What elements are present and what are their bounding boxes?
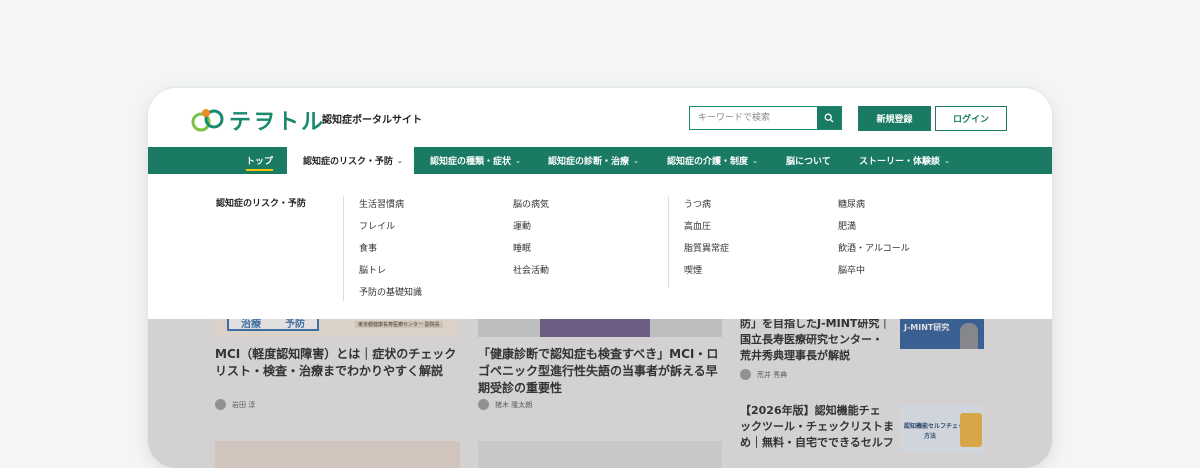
site-tagline: 認知症ポータルサイト xyxy=(322,115,422,126)
nav-item-diagnosis-treatment[interactable]: 認知症の診断・治療 ⌄ xyxy=(548,147,639,174)
nav-item-label: トップ xyxy=(246,157,274,167)
search-button[interactable] xyxy=(817,107,841,129)
site-logo[interactable]: テヲトル xyxy=(191,104,325,136)
logo-mark-icon xyxy=(191,109,224,132)
menu-link[interactable]: 糖尿病 xyxy=(838,197,865,210)
menu-link[interactable]: 脳トレ xyxy=(359,263,386,276)
nav-item-label: 認知症の種類・症状 xyxy=(430,157,512,167)
login-button[interactable]: ログイン xyxy=(935,106,1007,131)
nav-item-top[interactable]: トップ xyxy=(246,147,274,174)
search-icon xyxy=(824,113,834,123)
dim-overlay xyxy=(148,319,1052,468)
menu-link[interactable]: うつ病 xyxy=(684,197,711,210)
nav-item-stories[interactable]: ストーリー・体験談 ⌄ xyxy=(859,147,950,174)
menu-link[interactable]: 肥満 xyxy=(838,219,856,232)
browser-frame: テヲトル 認知症ポータルサイト 新規登録 ログイン トップ 認知症のリスク・予防… xyxy=(148,88,1052,468)
chevron-down-icon: ⌄ xyxy=(633,156,639,165)
menu-link[interactable]: 喫煙 xyxy=(684,263,702,276)
divider xyxy=(343,196,344,301)
chevron-down-icon: ⌄ xyxy=(944,156,950,165)
nav-item-label: 認知症のリスク・予防 xyxy=(303,157,393,167)
nav-item-label: 脳について xyxy=(786,157,831,167)
chevron-down-icon: ⌄ xyxy=(515,156,521,165)
nav-item-brain[interactable]: 脳について xyxy=(786,147,831,174)
mega-menu-title: 認知症のリスク・予防 xyxy=(216,199,306,209)
menu-link[interactable]: 高血圧 xyxy=(684,219,711,232)
search-input[interactable] xyxy=(690,107,817,129)
search-box xyxy=(689,106,842,130)
menu-link[interactable]: 飲酒・アルコール xyxy=(838,241,910,254)
menu-link[interactable]: 食事 xyxy=(359,241,377,254)
menu-link[interactable]: 運動 xyxy=(513,219,531,232)
menu-link[interactable]: 睡眠 xyxy=(513,241,531,254)
register-button[interactable]: 新規登録 xyxy=(858,106,931,131)
nav-item-risk-prevention[interactable]: 認知症のリスク・予防 ⌄ xyxy=(287,147,414,174)
chevron-down-icon: ⌄ xyxy=(752,156,758,165)
mega-menu: 認知症のリスク・予防 生活習慣病 フレイル 食事 脳トレ 予防の基礎知識 脳の病… xyxy=(148,174,1052,319)
menu-link[interactable]: 脳卒中 xyxy=(838,263,865,276)
chevron-down-icon: ⌄ xyxy=(396,156,403,165)
menu-link[interactable]: 社会活動 xyxy=(513,263,549,276)
active-underline xyxy=(246,169,274,171)
menu-link[interactable]: フレイル xyxy=(359,219,395,232)
divider xyxy=(668,196,669,288)
menu-link[interactable]: 予防の基礎知識 xyxy=(359,285,422,298)
menu-link[interactable]: 生活習慣病 xyxy=(359,197,404,210)
nav-item-care-system[interactable]: 認知症の介護・制度 ⌄ xyxy=(667,147,758,174)
nav-item-label: 認知症の診断・治療 xyxy=(548,157,630,167)
menu-link[interactable]: 脂質異常症 xyxy=(684,241,729,254)
main-nav: トップ 認知症のリスク・予防 ⌄ 認知症の種類・症状 ⌄ 認知症の診断・治療 ⌄… xyxy=(148,147,1052,174)
nav-item-types-symptoms[interactable]: 認知症の種類・症状 ⌄ xyxy=(430,147,521,174)
site-header: テヲトル 認知症ポータルサイト 新規登録 ログイン xyxy=(148,88,1052,147)
logo-text: テヲトル xyxy=(229,110,326,135)
nav-item-label: ストーリー・体験談 xyxy=(859,157,941,167)
nav-item-label: 認知症の介護・制度 xyxy=(667,157,749,167)
menu-link[interactable]: 脳の病気 xyxy=(513,197,549,210)
